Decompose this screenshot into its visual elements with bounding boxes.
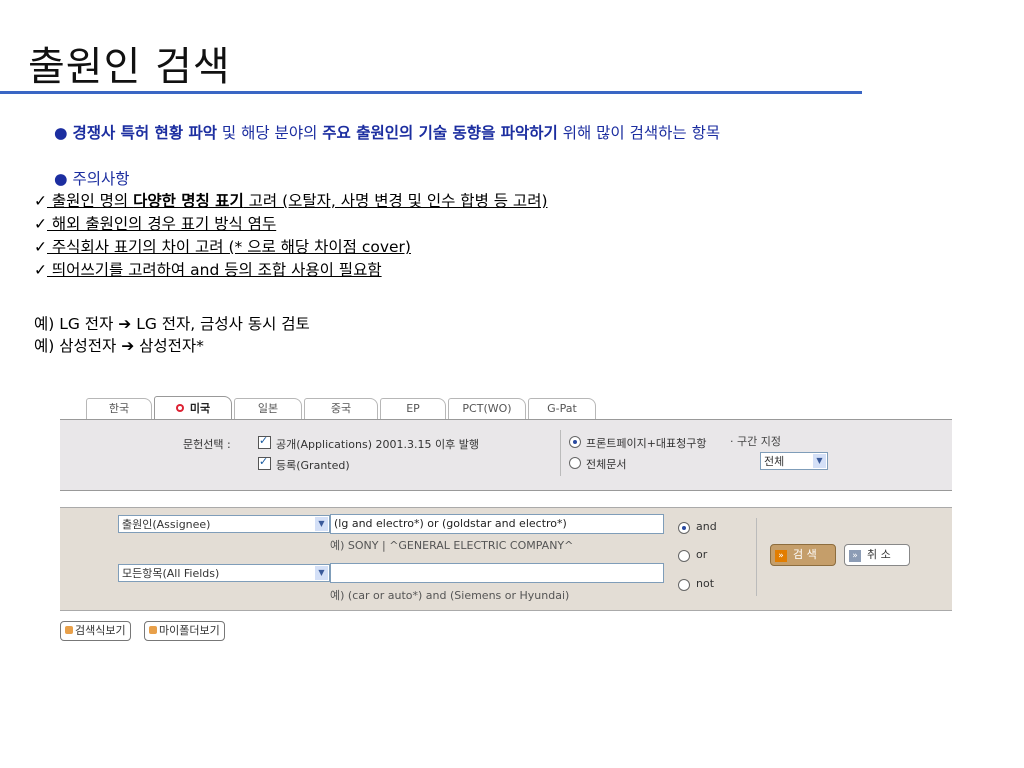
button-icon [65, 626, 73, 634]
chevron-right-icon: » [775, 550, 787, 562]
frontpage-label: 프론트페이지+대표청구항 [586, 437, 707, 450]
frontpage-radio[interactable] [569, 436, 581, 448]
chevron-right-icon: » [849, 550, 861, 562]
tab-china[interactable]: 중국 [304, 398, 378, 419]
cancel-button[interactable]: » 취 소 [844, 544, 910, 566]
intro-text-1: 및 해당 분야의 [217, 124, 323, 142]
check-icon: ✓ [34, 192, 47, 210]
doc-select-label: 문헌선택 : [183, 438, 231, 451]
view-formula-button[interactable]: 검색식보기 [60, 621, 131, 641]
check-icon: ✓ [34, 238, 47, 256]
slide-title: 출원인 검색 [28, 44, 231, 90]
example-2: 예) 삼성전자 ➔ 삼성전자* [34, 334, 204, 356]
note-1-c: 고려 (오탈자, 사명 변경 및 인수 합병 등 고려) [243, 192, 548, 210]
chevron-down-icon: ▼ [813, 454, 826, 468]
note-item-2: ✓ 해외 출원인의 경우 표기 방식 염두 [34, 212, 276, 234]
view-formula-label: 검색식보기 [75, 624, 126, 637]
active-tab-icon [175, 404, 184, 412]
intro-line: ● 경쟁사 특허 현황 파악 및 해당 분야의 주요 출원인의 기술 동향을 파… [54, 121, 720, 143]
example-2-b: 삼성전자* [134, 337, 204, 355]
op-and-radio[interactable] [678, 522, 690, 534]
check-icon: ✓ [34, 261, 47, 279]
field-2-select-value: 모든항목(All Fields) [122, 567, 220, 580]
check-icon: ✓ [34, 215, 47, 233]
op-and-label: and [696, 520, 717, 533]
field-2-select[interactable]: 모든항목(All Fields) ▼ [118, 564, 330, 582]
bullet-icon: ● [54, 170, 68, 188]
field-1-hint: 예) SONY | ^GENERAL ELECTRIC COMPANY^ [330, 539, 574, 552]
note-4-text: 띄어쓰기를 고려하여 and 등의 조합 사용이 필요함 [47, 261, 382, 279]
field-2-hint: 예) (car or auto*) and (Siemens or Hyunda… [330, 589, 570, 602]
arrow-icon: ➔ [121, 337, 135, 355]
tab-pct[interactable]: PCT(WO) [448, 398, 526, 419]
notes-heading-text: 주의사항 [72, 170, 130, 188]
applications-checkbox[interactable] [258, 434, 271, 449]
search-fields-panel: 출원인(Assignee) ▼ (lg and electro*) or (go… [60, 507, 952, 611]
button-icon [149, 626, 157, 634]
intro-bold-1: 경쟁사 특허 현황 파악 [72, 124, 217, 142]
note-1-a: 출원인 명의 [47, 192, 134, 210]
my-folder-label: 마이폴더보기 [159, 624, 220, 637]
tab-gpat[interactable]: G-Pat [528, 398, 596, 419]
note-1-b: 다양한 명칭 표기 [133, 192, 244, 210]
note-item-3: ✓ 주식회사 표기의 차이 고려 (* 으로 해당 차이점 cover) [34, 235, 411, 257]
note-3-text: 주식회사 표기의 차이 고려 (* 으로 해당 차이점 cover) [47, 238, 411, 256]
divider [756, 518, 757, 596]
tab-korea[interactable]: 한국 [86, 398, 152, 419]
field-1-input[interactable]: (lg and electro*) or (goldstar and elect… [330, 514, 664, 534]
search-button-label: 검 색 [793, 548, 817, 561]
fulltext-radio[interactable] [569, 457, 581, 469]
tab-usa[interactable]: 미국 [154, 396, 232, 420]
granted-label: 등록(Granted) [276, 459, 350, 472]
search-button[interactable]: » 검 색 [770, 544, 836, 566]
field-1-select-value: 출원인(Assignee) [122, 518, 211, 531]
granted-checkbox[interactable] [258, 455, 271, 470]
intro-bold-2: 주요 출원인의 기술 동향을 파악하기 [322, 124, 558, 142]
fulltext-label: 전체문서 [586, 458, 627, 471]
divider [560, 430, 561, 476]
arrow-icon: ➔ [118, 315, 132, 333]
bullet-icon: ● [54, 124, 68, 142]
applications-label: 공개(Applications) 2001.3.15 이후 발행 [276, 438, 479, 451]
cancel-button-label: 취 소 [867, 548, 891, 561]
chevron-down-icon: ▼ [315, 517, 328, 531]
example-1: 예) LG 전자 ➔ LG 전자, 금성사 동시 검토 [34, 312, 310, 334]
intro-text-2: 위해 많이 검색하는 항목 [557, 124, 721, 142]
field-1-select[interactable]: 출원인(Assignee) ▼ [118, 515, 330, 533]
note-2-text: 해외 출원인의 경우 표기 방식 염두 [47, 215, 277, 233]
my-folder-button[interactable]: 마이폴더보기 [144, 621, 225, 641]
tab-ep[interactable]: EP [380, 398, 446, 419]
op-not-radio[interactable] [678, 579, 690, 591]
tab-usa-label: 미국 [189, 402, 211, 415]
tab-japan[interactable]: 일본 [234, 398, 302, 419]
op-or-label: or [696, 548, 708, 561]
title-divider [0, 91, 862, 94]
example-1-b: LG 전자, 금성사 동시 검토 [131, 315, 310, 333]
example-1-a: 예) LG 전자 [34, 315, 119, 333]
document-options-panel: 문헌선택 : 공개(Applications) 2001.3.15 이후 발행 … [60, 419, 952, 491]
range-label: · 구간 지정 [730, 435, 781, 448]
range-select-value: 전체 [764, 455, 785, 468]
note-item-1: ✓ 출원인 명의 다양한 명칭 표기 고려 (오탈자, 사명 변경 및 인수 합… [34, 189, 548, 211]
chevron-down-icon: ▼ [315, 566, 328, 580]
example-2-a: 예) 삼성전자 [34, 337, 122, 355]
range-select[interactable]: 전체 ▼ [760, 452, 828, 470]
note-item-4: ✓ 띄어쓰기를 고려하여 and 등의 조합 사용이 필요함 [34, 258, 382, 280]
op-not-label: not [696, 577, 715, 590]
field-2-input[interactable] [330, 563, 664, 583]
op-or-radio[interactable] [678, 550, 690, 562]
notes-heading: ● 주의사항 [54, 167, 130, 189]
